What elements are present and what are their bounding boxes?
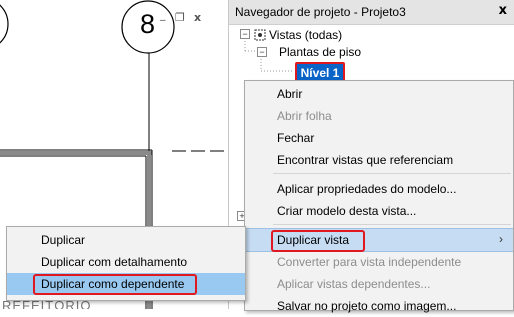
- menu-item-aplicar-propriedades[interactable]: Aplicar propriedades do modelo...: [245, 178, 513, 200]
- menu-separator: [273, 173, 511, 174]
- menu-item-converter-independente: Converter para vista independente: [277, 255, 462, 269]
- tree-item-floor-plans[interactable]: Plantas de piso: [279, 45, 361, 59]
- menu-item-encontrar-vistas[interactable]: Encontrar vistas que referenciam: [245, 149, 513, 171]
- menu-item-abrir-folha: Abrir folha: [277, 109, 332, 123]
- menu-item-aplicar-dependentes: Aplicar vistas dependentes...: [277, 277, 431, 291]
- menu-item-duplicar[interactable]: Duplicar: [7, 229, 245, 251]
- views-icon: [254, 29, 266, 41]
- project-browser-title-bar: Navegador de projeto - Projeto3 x: [229, 0, 514, 25]
- menu-item-abrir[interactable]: Abrir: [245, 83, 513, 105]
- context-menu: Abrir Abrir folha Fechar Encontrar vista…: [244, 80, 514, 313]
- menu-item-duplicar-vista[interactable]: Duplicar vista ›: [245, 228, 513, 252]
- close-icon[interactable]: x: [194, 11, 201, 24]
- menu-item-duplicar-dependente[interactable]: Duplicar como dependente: [7, 273, 245, 295]
- menu-item-duplicar-detalhamento[interactable]: Duplicar com detalhamento: [7, 251, 245, 273]
- level-bubble-partial: [0, 4, 9, 44]
- collapse-icon[interactable]: −: [240, 29, 250, 39]
- tree-item-level-1-label: Nível 1: [300, 66, 340, 80]
- menu-item-fechar[interactable]: Fechar: [245, 127, 513, 149]
- chevron-right-icon: ›: [499, 232, 503, 246]
- tree-item-views-all[interactable]: Vistas (todas): [269, 28, 342, 42]
- collapse-icon[interactable]: −: [257, 47, 267, 57]
- menu-separator: [273, 224, 511, 225]
- level-number: 8: [140, 9, 156, 39]
- project-browser-title: Navegador de projeto - Projeto3: [235, 5, 406, 19]
- restore-icon[interactable]: ❐: [175, 11, 185, 24]
- duplicate-submenu: Duplicar Duplicar com detalhamento Dupli…: [6, 226, 246, 301]
- menu-item-criar-modelo[interactable]: Criar modelo desta vista...: [245, 200, 513, 222]
- minimize-icon[interactable]: _: [160, 8, 166, 21]
- menu-item-salvar-imagem[interactable]: Salvar no projeto como imagem...: [245, 295, 513, 317]
- close-icon[interactable]: x: [499, 3, 507, 18]
